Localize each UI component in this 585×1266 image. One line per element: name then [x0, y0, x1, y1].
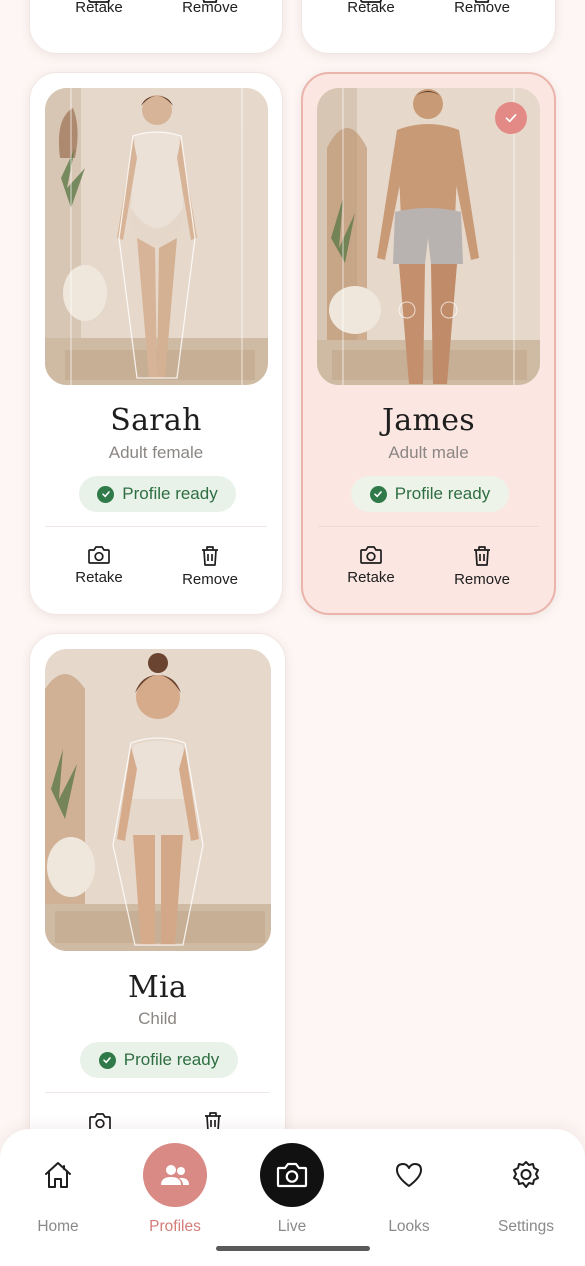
- check-circle-icon: [98, 1051, 116, 1069]
- status-badge: Profile ready: [351, 476, 509, 512]
- divider: [318, 526, 539, 527]
- profile-name: James: [381, 403, 475, 438]
- retake-button[interactable]: Retake: [59, 545, 139, 586]
- gear-icon: [494, 1143, 558, 1207]
- home-icon: [26, 1143, 90, 1207]
- profile-subtitle: Adult male: [388, 443, 469, 462]
- trash-icon: [202, 0, 218, 3]
- remove-button[interactable]: Remove: [442, 545, 522, 588]
- nav-label: Live: [277, 1218, 307, 1235]
- home-indicator[interactable]: [216, 1246, 370, 1251]
- retake-label: Retake: [75, 569, 123, 586]
- nav-label: Home: [37, 1218, 79, 1235]
- selected-check-icon: [495, 102, 527, 134]
- camera-icon: [260, 1143, 324, 1207]
- nav-label: Profiles: [149, 1218, 201, 1235]
- nav-label: Looks: [388, 1218, 430, 1235]
- people-icon: [143, 1143, 207, 1207]
- heart-icon: [377, 1143, 441, 1207]
- retake-label: Retake: [347, 569, 395, 586]
- remove-label: Remove: [182, 571, 238, 588]
- trash-icon: [202, 546, 218, 566]
- camera-icon: [360, 0, 382, 3]
- divider: [45, 1092, 270, 1093]
- profile-photo: [45, 649, 271, 951]
- remove-label: Remove: [454, 571, 510, 588]
- profile-photo: [45, 88, 268, 385]
- profile-subtitle: Child: [138, 1009, 177, 1028]
- profile-card-sarah[interactable]: Sarah Adult female Profile ready Retake …: [29, 72, 283, 615]
- retake-button[interactable]: Retake: [331, 545, 411, 586]
- status-label: Profile ready: [122, 484, 218, 503]
- divider: [45, 526, 267, 527]
- nav-home[interactable]: Home: [3, 1143, 113, 1236]
- nav-live[interactable]: Live: [237, 1143, 347, 1236]
- status-label: Profile ready: [123, 1050, 220, 1069]
- camera-icon: [88, 0, 110, 3]
- profile-card-top-left: Retake Remove: [29, 0, 283, 54]
- trash-icon: [474, 546, 490, 566]
- profile-subtitle: Adult female: [108, 443, 204, 462]
- profile-name: Mia: [127, 970, 188, 1005]
- status-label: Profile ready: [394, 484, 491, 503]
- profile-card-top-right: Retake Remove: [301, 0, 556, 54]
- nav-label: Settings: [497, 1218, 554, 1235]
- check-circle-icon: [97, 485, 115, 503]
- camera-icon: [360, 546, 382, 564]
- remove-button[interactable]: Remove: [170, 545, 250, 588]
- profile-name: Sarah: [110, 403, 202, 438]
- trash-icon: [474, 0, 490, 3]
- camera-icon: [88, 546, 110, 564]
- check-circle-icon: [369, 485, 387, 503]
- profile-card-mia[interactable]: Mia Child Profile ready: [29, 633, 286, 1153]
- status-badge: Profile ready: [80, 1042, 238, 1078]
- status-badge: Profile ready: [79, 476, 236, 512]
- profile-card-james[interactable]: James Adult male Profile ready Retake Re…: [301, 72, 556, 615]
- nav-profiles[interactable]: Profiles: [120, 1143, 230, 1236]
- nav-settings[interactable]: Settings: [471, 1143, 581, 1236]
- nav-looks[interactable]: Looks: [354, 1143, 464, 1236]
